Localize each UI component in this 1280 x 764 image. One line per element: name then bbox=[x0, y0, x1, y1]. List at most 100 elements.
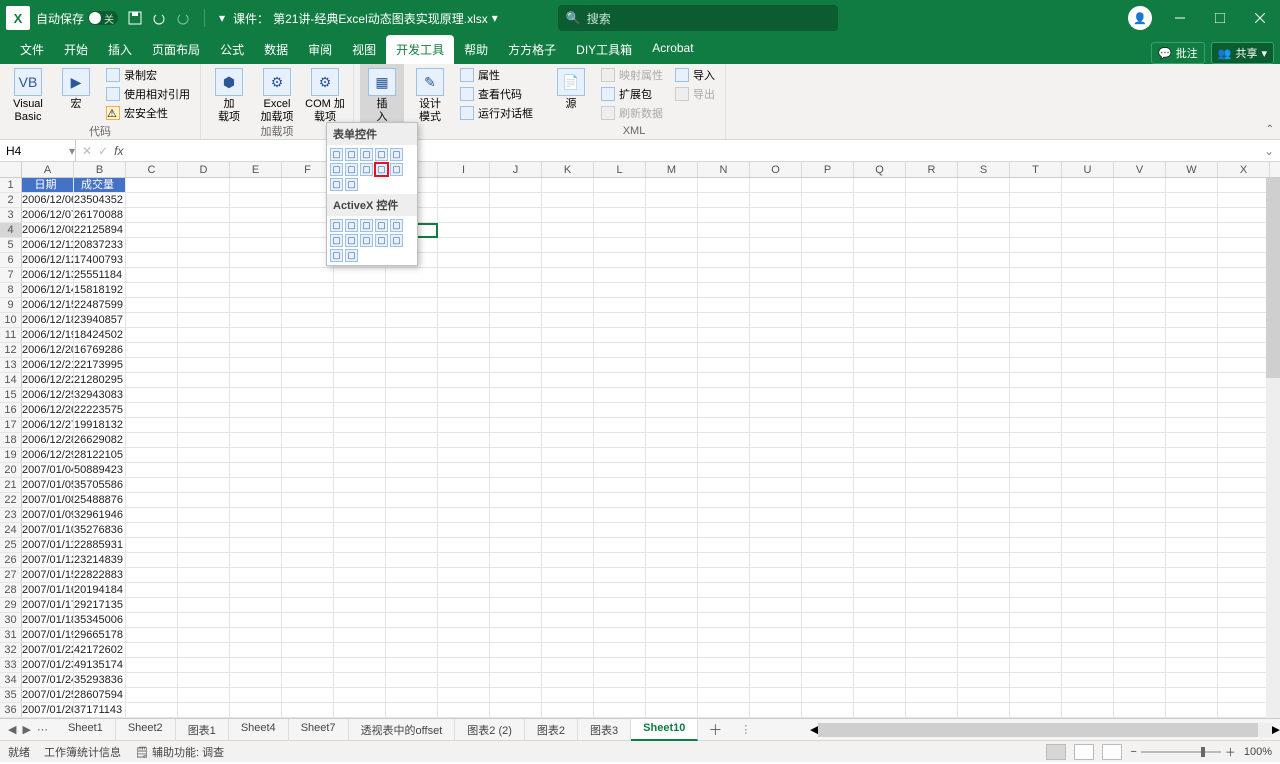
cell[interactable] bbox=[438, 478, 490, 492]
spin-icon[interactable]: ▢ bbox=[375, 148, 388, 161]
cell[interactable] bbox=[854, 448, 906, 462]
sheet-tab[interactable]: 透视表中的offset bbox=[349, 719, 456, 741]
cell[interactable] bbox=[854, 493, 906, 507]
cell[interactable] bbox=[958, 253, 1010, 267]
cell[interactable] bbox=[1114, 388, 1166, 402]
cell[interactable] bbox=[1218, 628, 1270, 642]
cell[interactable] bbox=[1114, 418, 1166, 432]
cell[interactable] bbox=[1114, 688, 1166, 702]
cell[interactable] bbox=[750, 448, 802, 462]
cell[interactable] bbox=[126, 433, 178, 447]
cell[interactable] bbox=[542, 478, 594, 492]
cell[interactable] bbox=[386, 328, 438, 342]
cell[interactable]: 16769286 bbox=[74, 343, 126, 357]
cell[interactable] bbox=[334, 448, 386, 462]
cell[interactable] bbox=[646, 298, 698, 312]
cell[interactable] bbox=[958, 463, 1010, 477]
cell[interactable] bbox=[126, 448, 178, 462]
cell[interactable] bbox=[1010, 238, 1062, 252]
cell[interactable] bbox=[1062, 178, 1114, 192]
cell[interactable] bbox=[750, 418, 802, 432]
cell[interactable] bbox=[906, 658, 958, 672]
cell[interactable] bbox=[542, 253, 594, 267]
cell[interactable] bbox=[1166, 628, 1218, 642]
cell[interactable]: 25551184 bbox=[74, 268, 126, 282]
cell[interactable]: 2007/01/08 bbox=[22, 493, 74, 507]
cell[interactable] bbox=[906, 238, 958, 252]
cell[interactable] bbox=[594, 403, 646, 417]
cell[interactable] bbox=[230, 463, 282, 477]
cell[interactable] bbox=[282, 523, 334, 537]
cell[interactable] bbox=[750, 343, 802, 357]
cell[interactable] bbox=[698, 598, 750, 612]
run-dialog-button[interactable]: 运行对话框 bbox=[456, 104, 537, 122]
cell[interactable] bbox=[334, 313, 386, 327]
cell[interactable] bbox=[438, 358, 490, 372]
cell[interactable] bbox=[750, 493, 802, 507]
cell[interactable] bbox=[490, 283, 542, 297]
cell[interactable] bbox=[750, 298, 802, 312]
tab-帮助[interactable]: 帮助 bbox=[454, 35, 498, 64]
cell[interactable] bbox=[1166, 208, 1218, 222]
cell[interactable] bbox=[1114, 328, 1166, 342]
cell[interactable] bbox=[958, 388, 1010, 402]
cell[interactable] bbox=[1218, 658, 1270, 672]
cell[interactable] bbox=[178, 358, 230, 372]
cell[interactable] bbox=[906, 493, 958, 507]
cell[interactable] bbox=[958, 418, 1010, 432]
cell[interactable] bbox=[386, 343, 438, 357]
cell[interactable]: 29217135 bbox=[74, 598, 126, 612]
cell[interactable] bbox=[126, 688, 178, 702]
cell[interactable] bbox=[802, 238, 854, 252]
cell[interactable] bbox=[958, 568, 1010, 582]
ax-scroll-icon[interactable]: ▢ bbox=[330, 234, 343, 247]
cell[interactable] bbox=[542, 493, 594, 507]
cell[interactable] bbox=[1010, 388, 1062, 402]
cell[interactable]: 35276836 bbox=[74, 523, 126, 537]
cell[interactable] bbox=[126, 628, 178, 642]
cell[interactable] bbox=[334, 643, 386, 657]
cell[interactable]: 22822883 bbox=[74, 568, 126, 582]
cell[interactable] bbox=[646, 328, 698, 342]
autosave-toggle[interactable]: 自动保存 关 bbox=[36, 10, 118, 27]
excel-addin-button[interactable]: ⚙Excel 加载项 bbox=[255, 64, 299, 124]
cell[interactable] bbox=[1166, 268, 1218, 282]
macro-security-button[interactable]: ⚠宏安全性 bbox=[102, 104, 194, 122]
cell[interactable] bbox=[438, 538, 490, 552]
cell[interactable] bbox=[230, 613, 282, 627]
cell[interactable] bbox=[1218, 688, 1270, 702]
cell[interactable] bbox=[802, 328, 854, 342]
cell[interactable] bbox=[1114, 523, 1166, 537]
cell[interactable] bbox=[594, 283, 646, 297]
cell[interactable] bbox=[906, 673, 958, 687]
cell[interactable] bbox=[490, 493, 542, 507]
cell[interactable] bbox=[750, 178, 802, 192]
cell[interactable] bbox=[1218, 508, 1270, 522]
cell[interactable] bbox=[1166, 523, 1218, 537]
close-button[interactable] bbox=[1240, 0, 1280, 36]
cell[interactable] bbox=[334, 433, 386, 447]
cell[interactable] bbox=[230, 643, 282, 657]
cell[interactable] bbox=[490, 388, 542, 402]
cell[interactable] bbox=[282, 583, 334, 597]
cell[interactable] bbox=[1010, 208, 1062, 222]
row-header[interactable]: 28 bbox=[0, 583, 22, 597]
cell[interactable] bbox=[958, 238, 1010, 252]
cell[interactable]: 23504352 bbox=[74, 193, 126, 207]
cell[interactable] bbox=[126, 643, 178, 657]
row-header[interactable]: 3 bbox=[0, 208, 22, 222]
cell[interactable] bbox=[646, 388, 698, 402]
cell[interactable] bbox=[802, 448, 854, 462]
col-header[interactable]: P bbox=[802, 162, 854, 177]
cell[interactable] bbox=[802, 598, 854, 612]
cell[interactable] bbox=[1218, 568, 1270, 582]
cell[interactable] bbox=[906, 373, 958, 387]
cell[interactable] bbox=[230, 223, 282, 237]
cell[interactable] bbox=[334, 388, 386, 402]
cell[interactable]: 2007/01/05 bbox=[22, 478, 74, 492]
cell[interactable] bbox=[906, 598, 958, 612]
cell[interactable] bbox=[1166, 223, 1218, 237]
cell[interactable] bbox=[802, 628, 854, 642]
cell[interactable] bbox=[1166, 448, 1218, 462]
cell[interactable] bbox=[646, 703, 698, 717]
